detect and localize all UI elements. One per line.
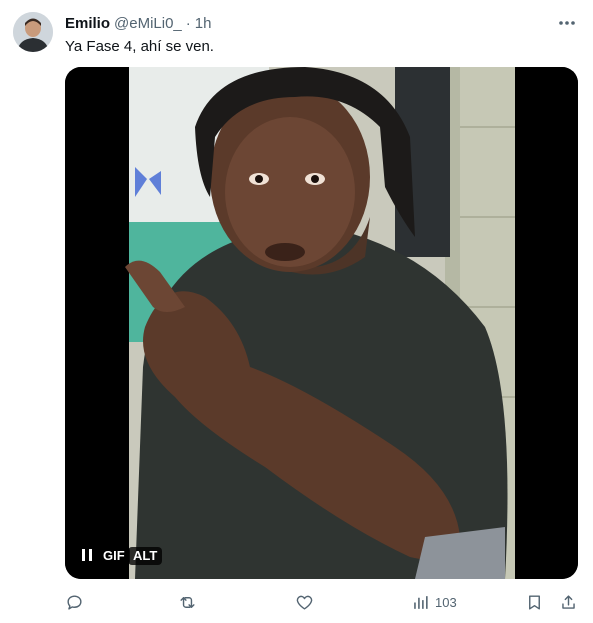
retweet-icon <box>180 596 195 608</box>
pause-button[interactable] <box>77 545 97 565</box>
views-button[interactable]: 103 <box>411 590 457 614</box>
tweet-action-bar: 103 <box>65 590 578 614</box>
share-icon <box>562 594 575 609</box>
tweet-timestamp[interactable]: 1h <box>195 15 212 32</box>
author-name[interactable]: Emilio <box>65 15 110 32</box>
gif-badge: GIF <box>98 547 130 565</box>
more-options-button[interactable] <box>557 13 577 33</box>
avatar[interactable] <box>13 12 53 52</box>
separator-dot: · <box>185 14 191 32</box>
views-count: 103 <box>435 594 457 610</box>
avatar-image <box>13 12 53 52</box>
pause-icon <box>82 549 92 561</box>
analytics-bar-icon <box>414 595 428 609</box>
heart-icon <box>296 595 313 610</box>
more-horizontal-icon <box>559 21 575 25</box>
reply-icon <box>67 594 82 610</box>
like-button[interactable] <box>295 590 314 614</box>
retweet-button[interactable] <box>178 590 197 614</box>
author-handle[interactable]: @eMiLi0_ <box>114 15 182 32</box>
share-button[interactable] <box>559 590 578 614</box>
alt-text-button[interactable]: ALT <box>128 547 163 565</box>
tweet-text: Ya Fase 4, ahí se ven. <box>65 38 214 55</box>
bookmark-button[interactable] <box>525 590 544 614</box>
bookmark-icon <box>529 594 540 610</box>
gif-media[interactable]: GIF ALT <box>65 67 578 579</box>
reply-button[interactable] <box>65 590 84 614</box>
tweet-header: Emilio @eMiLi0_ · 1h <box>65 13 577 33</box>
gif-frame-image <box>65 67 578 579</box>
